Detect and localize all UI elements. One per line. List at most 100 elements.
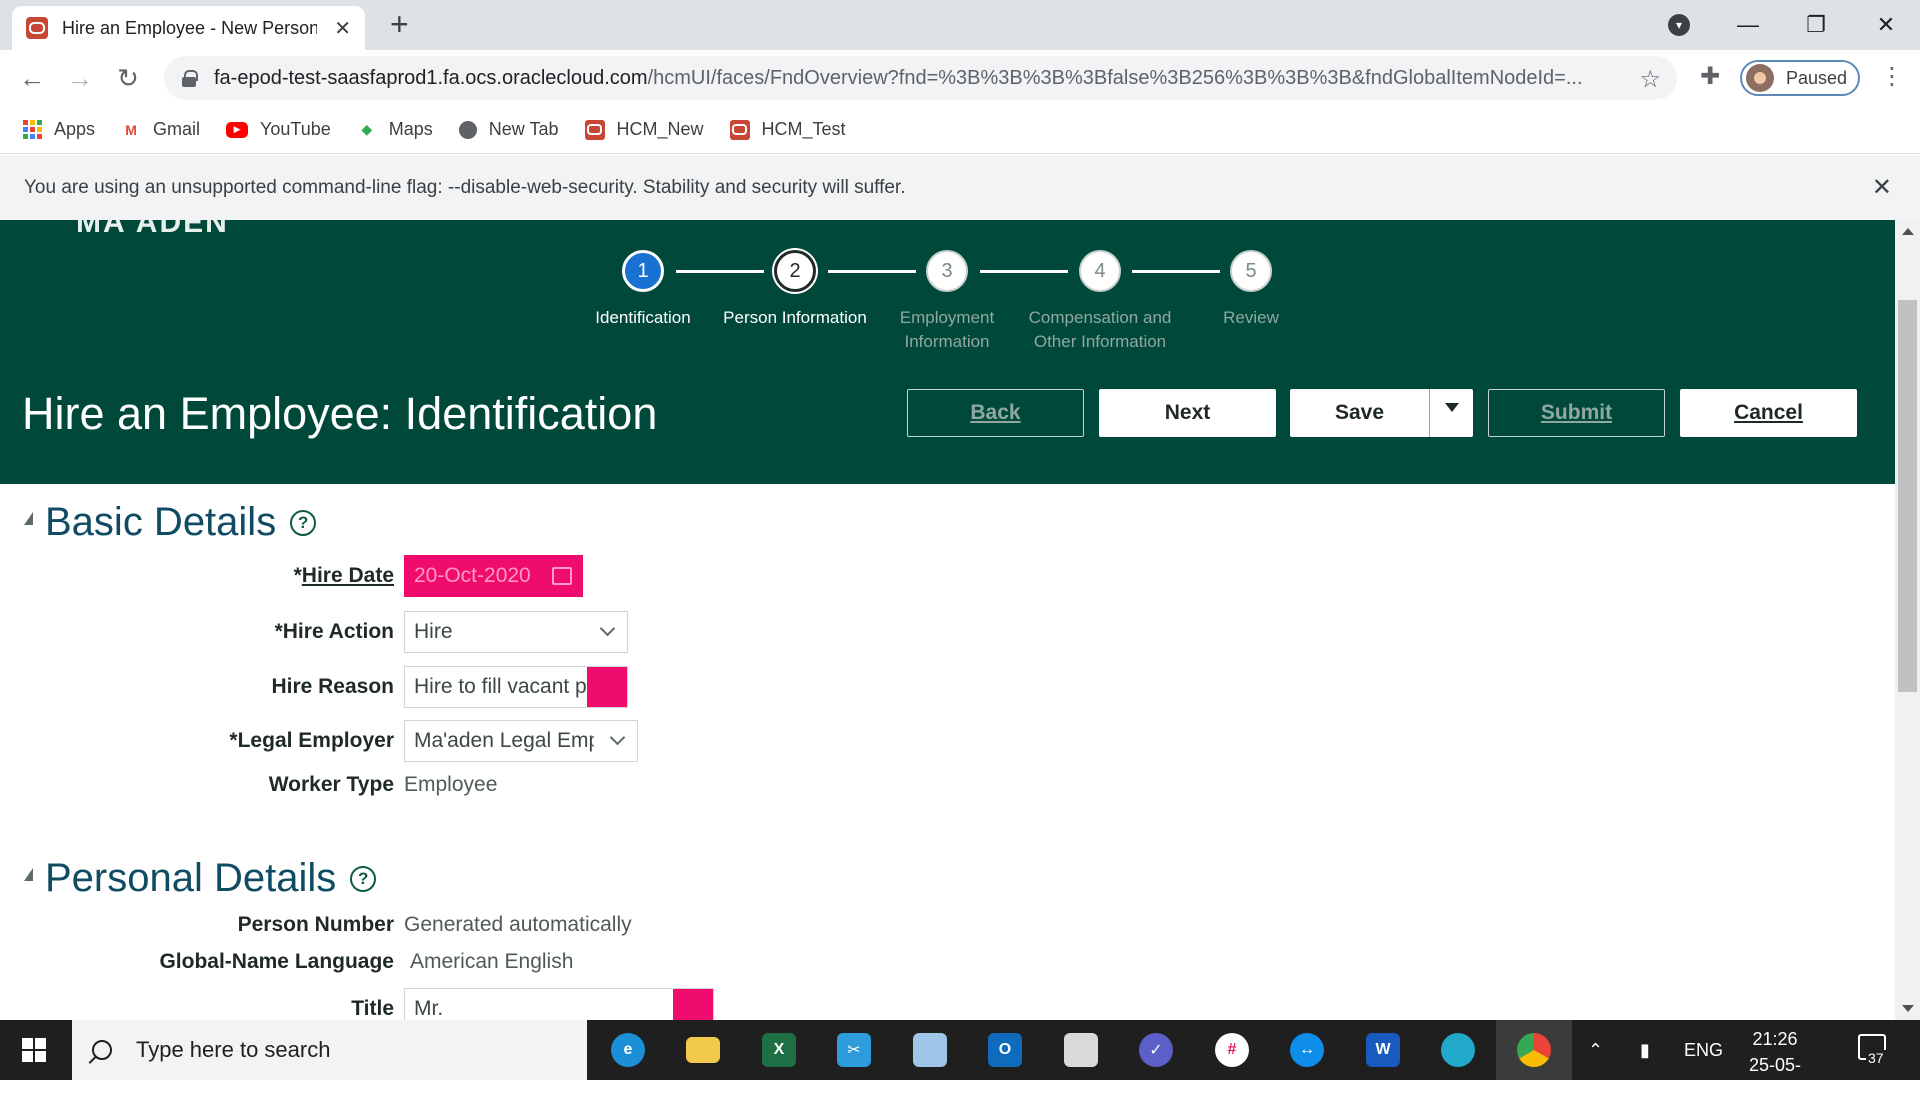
browser-tab-active[interactable]: Hire an Employee - New Person ✕ [12, 6, 365, 50]
restore-icon[interactable]: ❐ [1782, 0, 1850, 50]
save-dropdown-arrow-icon[interactable] [1430, 389, 1473, 437]
notification-count-badge: 37 [1866, 1050, 1886, 1066]
chrome-menu-icon[interactable]: ⋮ [1880, 62, 1904, 91]
reload-icon[interactable]: ↻ [112, 62, 144, 94]
hire-action-select[interactable]: Hire [404, 611, 628, 653]
browser-tab-strip: Hire an Employee - New Person ✕ + ▾ — ❐ … [0, 0, 1920, 50]
hire-date-field[interactable]: 20-Oct-2020 [404, 555, 583, 597]
new-tab-icon[interactable]: + [390, 8, 409, 40]
minimize-icon[interactable]: — [1714, 0, 1782, 50]
url-text: fa-epod-test-saasfaprod1.fa.ocs.oraclecl… [214, 67, 1634, 90]
calendar-icon[interactable] [552, 567, 572, 585]
tab-close-icon[interactable]: ✕ [334, 16, 351, 41]
chevron-down-icon[interactable] [599, 620, 616, 637]
title-label: Title [351, 997, 394, 1020]
hire-reason-search-button[interactable] [587, 667, 627, 707]
bookmark-hcm-new[interactable]: HCM_New [584, 119, 704, 140]
address-bar[interactable]: fa-epod-test-saasfaprod1.fa.ocs.oraclecl… [164, 56, 1677, 100]
chevron-down-icon[interactable] [609, 729, 626, 746]
cancel-button[interactable]: Cancel [1680, 389, 1857, 437]
extensions-puzzle-icon[interactable]: ✚ [1700, 62, 1720, 91]
step-number: 4 [1079, 250, 1121, 292]
chrome-icon[interactable] [1496, 1020, 1572, 1080]
process-train: 1 Identification 2 Person Information 3 … [0, 250, 1895, 351]
scrollbar-thumb[interactable] [1898, 300, 1917, 692]
hire-action-label: *Hire Action [274, 620, 394, 643]
next-button-label: Next [1164, 401, 1211, 424]
next-button[interactable]: Next [1099, 389, 1276, 437]
browser-icon[interactable] [1420, 1020, 1496, 1080]
slack-icon[interactable]: # [1194, 1020, 1270, 1080]
bookmark-label: New Tab [488, 119, 559, 139]
back-arrow-icon[interactable]: ← [16, 62, 48, 94]
teamviewer-icon[interactable]: ↔ [1269, 1020, 1345, 1080]
lock-icon[interactable] [182, 70, 198, 87]
bookmark-star-icon[interactable]: ☆ [1639, 65, 1661, 94]
train-step-employment-information[interactable]: 3 Employment Information [867, 250, 1027, 354]
notepad-icon[interactable] [892, 1020, 968, 1080]
microphone-icon[interactable]: ▮ [1640, 1020, 1650, 1080]
windows-start-icon[interactable] [22, 1038, 46, 1062]
basic-details-header[interactable]: Basic Details ? [24, 500, 317, 545]
page-title: Hire an Employee: Identification [22, 388, 658, 439]
personal-details-header[interactable]: Personal Details ? [24, 856, 377, 901]
excel-icon[interactable]: X [741, 1020, 817, 1080]
step-label: Review [1223, 308, 1279, 327]
train-step-compensation[interactable]: 4 Compensation and Other Information [1019, 250, 1181, 354]
oracle-icon [584, 119, 605, 140]
word-icon[interactable]: W [1345, 1020, 1421, 1080]
legal-employer-row: *Legal Employer Ma'aden Legal Emp [0, 720, 1000, 762]
scroll-down-arrow-icon[interactable] [1902, 1005, 1914, 1012]
clock-date: 25-05-2021 [1748, 1055, 1802, 1101]
title-row: Title Mr. [0, 988, 1000, 1020]
taskbar-clock[interactable]: 21:26 25-05-2021 [1730, 1026, 1820, 1104]
back-button[interactable]: Back [907, 389, 1084, 437]
infobar-close-icon[interactable]: ✕ [1872, 173, 1892, 202]
collapse-triangle-icon[interactable] [24, 868, 33, 881]
worker-type-value: Employee [404, 773, 498, 796]
legal-employer-label: *Legal Employer [229, 729, 394, 752]
scanner-icon[interactable] [1043, 1020, 1119, 1080]
page-scrollbar[interactable] [1895, 220, 1920, 1020]
bookmark-gmail[interactable]: M Gmail [121, 119, 200, 140]
title-search-button[interactable] [673, 989, 713, 1020]
bookmark-hcm-test[interactable]: HCM_Test [729, 119, 846, 140]
taskbar-search-box[interactable]: Type here to search [72, 1020, 587, 1080]
scroll-up-arrow-icon[interactable] [1902, 228, 1914, 235]
collapse-triangle-icon[interactable] [24, 512, 33, 525]
tab-search-icon[interactable]: ▾ [1668, 14, 1690, 36]
youtube-icon: ▶ [226, 121, 249, 138]
help-icon[interactable]: ? [290, 509, 317, 536]
submit-button[interactable]: Submit [1488, 389, 1665, 437]
help-icon[interactable]: ? [350, 865, 377, 892]
file-explorer-icon[interactable] [665, 1020, 741, 1080]
train-step-person-information[interactable]: 2 Person Information [715, 250, 875, 330]
window-close-icon[interactable]: ✕ [1852, 0, 1920, 50]
edge-icon[interactable]: e [590, 1020, 666, 1080]
bookmark-label: Apps [54, 119, 96, 139]
tray-chevron-icon[interactable]: ⌃ [1588, 1020, 1603, 1080]
bookmark-apps[interactable]: Apps [22, 119, 95, 140]
title-field[interactable]: Mr. [404, 988, 714, 1020]
bookmark-label: Maps [388, 119, 433, 139]
bookmark-maps[interactable]: ◆ Maps [357, 119, 433, 140]
train-step-identification[interactable]: 1 Identification [563, 250, 723, 330]
train-step-review[interactable]: 5 Review [1171, 250, 1331, 330]
snipping-icon[interactable]: ✂ [816, 1020, 892, 1080]
avatar [1746, 64, 1774, 92]
hire-reason-field[interactable]: Hire to fill vacant p [404, 666, 628, 708]
legal-employer-select[interactable]: Ma'aden Legal Emp [404, 720, 638, 762]
forward-arrow-icon[interactable]: → [64, 62, 96, 94]
bookmark-label: YouTube [260, 119, 331, 139]
url-path: /hcmUI/faces/FndOverview?fnd=%3B%3B%3B%3… [647, 66, 1583, 89]
hire-reason-label: Hire Reason [271, 675, 394, 698]
outlook-icon[interactable]: O [967, 1020, 1043, 1080]
step-label: Person Information [723, 308, 867, 327]
language-indicator[interactable]: ENG [1684, 1020, 1723, 1080]
bookmark-youtube[interactable]: ▶ YouTube [226, 119, 331, 140]
profile-button[interactable]: Paused [1740, 60, 1860, 96]
save-button[interactable]: Save [1290, 389, 1430, 437]
step-label: Identification [595, 308, 691, 327]
todo-icon[interactable]: ✓ [1118, 1020, 1194, 1080]
bookmark-new-tab[interactable]: New Tab [458, 119, 559, 140]
